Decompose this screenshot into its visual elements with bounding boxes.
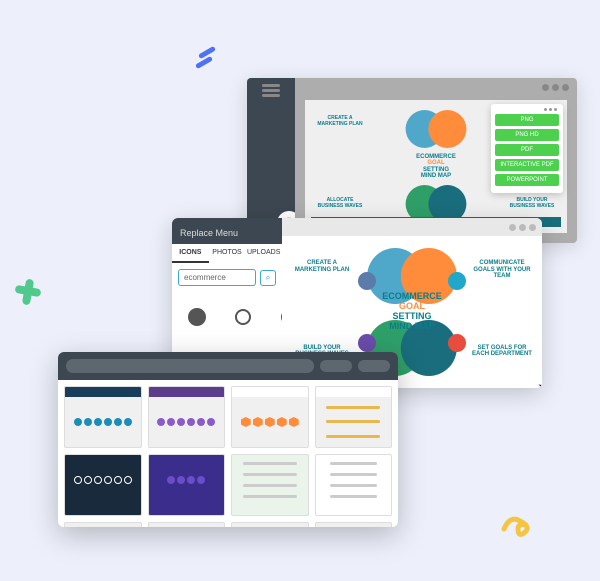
template-thumbnail[interactable] xyxy=(315,522,393,527)
template-thumbnail[interactable] xyxy=(148,522,226,527)
diagram-title-l2: GOAL xyxy=(416,160,456,167)
template-thumbnail[interactable] xyxy=(315,454,393,516)
decoration-plus xyxy=(10,275,46,311)
diagram-label: COMMUNICATE GOALS WITH YOUR TEAM xyxy=(472,260,532,280)
window-controls xyxy=(282,218,542,236)
template-grid xyxy=(58,380,398,527)
export-option-pnghd[interactable]: PNG HD xyxy=(495,129,559,141)
template-thumbnail[interactable] xyxy=(64,386,142,448)
search-input[interactable]: ecommerce xyxy=(178,269,256,286)
replace-menu-title: Replace Menu xyxy=(172,218,282,244)
diagram-label: CREATE A MARKETING PLAN xyxy=(315,116,365,127)
templates-toolbar xyxy=(58,352,398,380)
export-option-pdf[interactable]: PDF xyxy=(495,144,559,156)
export-option-ipdf[interactable]: INTERACTIVE PDF xyxy=(495,159,559,171)
template-thumbnail[interactable] xyxy=(231,454,309,516)
cursor-icon: ➤ xyxy=(536,378,542,388)
templates-window xyxy=(58,352,398,527)
template-thumbnail[interactable] xyxy=(64,522,142,527)
search-icon[interactable]: ⌕ xyxy=(260,270,276,286)
diagram-title-l1: ECOMMERCE xyxy=(416,153,456,160)
template-thumbnail[interactable] xyxy=(231,522,309,527)
decoration-swirl xyxy=(500,507,538,539)
icon-circle-outline[interactable] xyxy=(222,296,264,338)
export-option-png[interactable]: PNG xyxy=(495,114,559,126)
toolbar-pill[interactable] xyxy=(320,360,352,372)
diagram-title-l4: MIND MAP xyxy=(416,173,456,180)
decoration-lines xyxy=(195,48,219,72)
diagram-label: CREATE A MARKETING PLAN xyxy=(292,260,352,273)
tab-uploads[interactable]: UPLOADS xyxy=(245,244,282,263)
window-controls xyxy=(542,84,569,91)
template-thumbnail[interactable] xyxy=(148,454,226,516)
export-menu: PNG PNG HD PDF INTERACTIVE PDF POWERPOIN… xyxy=(491,104,563,193)
export-option-ppt[interactable]: POWERPOINT xyxy=(495,174,559,186)
template-search[interactable] xyxy=(66,359,314,373)
template-thumbnail[interactable] xyxy=(64,454,142,516)
template-thumbnail[interactable] xyxy=(231,386,309,448)
tab-photos[interactable]: PHOTOS xyxy=(209,244,246,263)
tab-icons[interactable]: ICONS xyxy=(172,244,209,263)
template-thumbnail[interactable] xyxy=(148,386,226,448)
diagram-title-l3: SETTING xyxy=(416,167,456,174)
diagram-label: ALLOCATE BUSINESS WAVES xyxy=(315,198,365,209)
diagram-title-l4: MIND MAP xyxy=(382,322,442,332)
diagram-label: BUILD YOUR BUSINESS WAVES xyxy=(507,198,557,209)
icon-circle-filled[interactable] xyxy=(176,296,218,338)
toolbar-pill[interactable] xyxy=(358,360,390,372)
diagram-label: SET GOALS FOR EACH DEPARTMENT xyxy=(472,345,532,358)
template-thumbnail[interactable] xyxy=(315,386,393,448)
